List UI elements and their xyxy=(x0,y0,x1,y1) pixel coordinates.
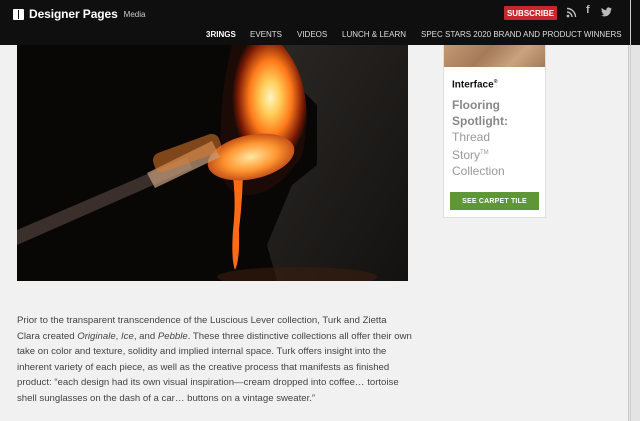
ad-brand-text: Interface xyxy=(452,79,494,91)
logo-text: Designer Pages xyxy=(29,7,118,21)
see-carpet-tile-button[interactable]: SEE CARPET TILE xyxy=(450,192,539,210)
ad-brand: Interface® xyxy=(452,79,497,90)
registered-mark: ® xyxy=(493,79,498,85)
nav-item-spec-stars[interactable]: SPEC STARS 2020 BRAND AND PRODUCT WINNER… xyxy=(421,30,622,39)
collection-ice: Ice xyxy=(121,330,134,342)
logo-subtext: Media xyxy=(123,9,146,19)
nav-item-videos[interactable]: VIDEOS xyxy=(297,30,327,39)
top-bar: Designer Pages Media SUBSCRIBE f 3RINGS … xyxy=(0,0,640,45)
hero-image-glassblowing xyxy=(17,45,408,281)
logo-icon xyxy=(13,8,24,20)
facebook-icon[interactable]: f xyxy=(586,4,590,16)
ad-carpet-image xyxy=(444,45,545,67)
ad-title-line2: Spotlight: xyxy=(452,114,508,128)
site-logo[interactable]: Designer Pages Media xyxy=(13,6,145,22)
ad-sub-line3: Collection xyxy=(452,164,505,178)
collection-originale: Originale xyxy=(77,330,116,342)
ad-title: Flooring Spotlight: xyxy=(452,97,508,129)
ad-trademark: TM xyxy=(480,150,489,156)
nav-item-3rings[interactable]: 3RINGS xyxy=(206,30,236,39)
rss-icon[interactable] xyxy=(566,7,577,18)
ad-sub-line1: Thread xyxy=(452,130,491,144)
ad-subtitle: Thread StoryTM Collection xyxy=(452,129,542,179)
hero-illustration xyxy=(17,45,408,281)
subscribe-button[interactable]: SUBSCRIBE xyxy=(504,6,557,20)
ad-title-line1: Flooring xyxy=(452,98,500,112)
collection-pebble: Pebble xyxy=(157,330,188,342)
twitter-icon[interactable] xyxy=(601,7,612,17)
main-nav: 3RINGS EVENTS VIDEOS LUNCH & LEARN SPEC … xyxy=(0,30,640,44)
nav-item-events[interactable]: EVENTS xyxy=(250,30,282,39)
ad-sub-line2: Story xyxy=(452,148,481,162)
article-text-3: , and xyxy=(133,330,158,342)
advertisement-card[interactable]: Interface® Flooring Spotlight: Thread St… xyxy=(443,45,546,218)
article-paragraph: Prior to the transparent transcendence o… xyxy=(17,313,412,406)
nav-item-lunch-learn[interactable]: LUNCH & LEARN xyxy=(342,30,406,39)
scrollbar-track[interactable] xyxy=(630,0,631,421)
